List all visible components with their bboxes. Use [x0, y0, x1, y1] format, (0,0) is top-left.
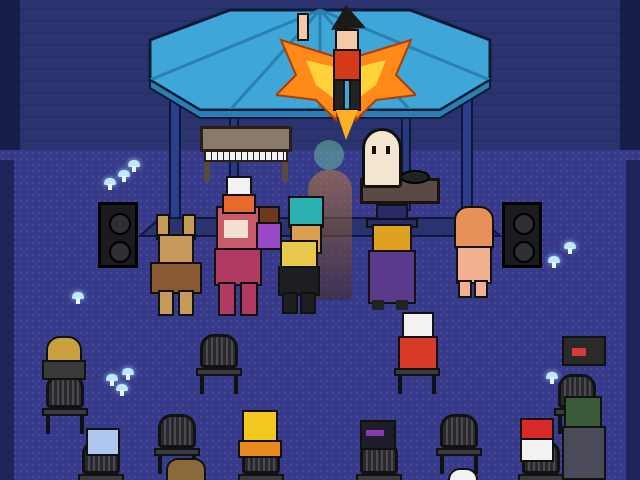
stage-character-top-hat-fox — [358, 204, 422, 310]
stage-character-tan-rabbit — [150, 214, 202, 316]
audience-character-yellow-spiky — [238, 410, 282, 458]
stage-character-skeleton — [222, 176, 256, 214]
game-scene — [0, 0, 640, 480]
stage-character-orange-hair — [452, 206, 494, 298]
audience-character-green-haired — [560, 396, 606, 480]
glowing-mushroom-icon — [104, 178, 116, 190]
speaker-left — [98, 202, 138, 268]
glowing-mushroom-icon — [564, 242, 576, 254]
audience-character-yellow-hat — [42, 336, 86, 380]
audience-character-light-blue — [86, 428, 120, 456]
audience-character-tan-hat — [166, 458, 206, 480]
folding-chair — [434, 414, 484, 474]
audience-character-red-cap — [518, 418, 554, 462]
folding-chair — [194, 334, 244, 394]
glowing-mushroom-icon — [116, 384, 128, 396]
glowing-mushroom-icon — [548, 256, 560, 268]
glowing-mushroom-icon — [128, 160, 140, 172]
stage-character-small-human — [256, 206, 282, 250]
audience-character-dark-dragon — [556, 336, 606, 376]
audience-character-white-round — [448, 468, 478, 480]
audience-character-black-cat — [358, 420, 396, 450]
glowing-mushroom-icon — [122, 368, 134, 380]
glowing-mushroom-icon — [72, 292, 84, 304]
folding-chair — [40, 374, 90, 434]
audience-character-white-cat — [396, 312, 438, 370]
speaker-right — [502, 202, 542, 268]
stage-character-yellow-lizard — [276, 240, 320, 314]
ghost-performer — [362, 128, 402, 188]
